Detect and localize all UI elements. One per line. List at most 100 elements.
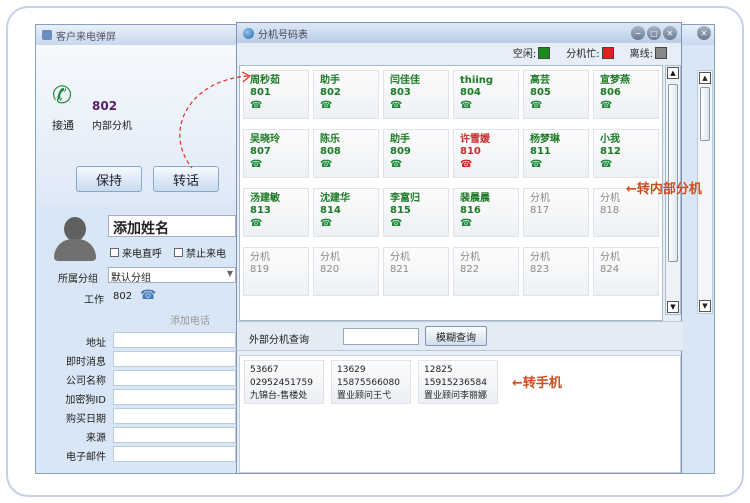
external-contact-phone: 02952451759 [250,378,313,388]
close-icon[interactable]: ✕ [663,26,677,40]
extension-number: 816 [460,205,481,216]
extension-name: 沈建华 [320,193,350,204]
field-label: 来源 [86,433,106,444]
extension-cell[interactable]: 分机 824 [593,247,659,296]
external-contact-card[interactable]: 12825 15915236584 置业顾问李丽娜 [418,360,498,404]
extension-number: 818 [600,205,620,216]
source-input[interactable] [113,427,236,443]
extension-cell[interactable]: 助手 802 ☎ [313,70,379,119]
direct-call-label: 来电直呼 [122,249,162,260]
scroll-down-icon[interactable]: ▼ [667,301,679,313]
legend-busy: 分机忙: [566,45,614,60]
hold-button[interactable]: 保持 [76,166,142,192]
extension-number: 804 [460,87,481,98]
extension-name: 裴晨晨 [460,193,490,204]
external-contact-card[interactable]: 53667 02952451759 九锦台-售楼处 [244,360,324,404]
transfer-arrow [179,71,252,169]
extension-cell[interactable]: 助手 809 ☎ [383,129,449,178]
extension-name: 分机 [250,252,270,263]
extension-number: 808 [320,146,341,157]
external-contact-phone: 15915236584 [424,378,487,388]
phone-idle-icon: ☎ [390,100,403,111]
extension-cell[interactable]: 宣梦燕 806 ☎ [593,70,659,119]
extension-cell[interactable]: 分机 822 [453,247,519,296]
company-field: 公司名称 [36,370,236,387]
phone-icon: ✆ [52,81,73,109]
caller-ext-desc: 内部分机 [92,121,132,132]
extension-name: 宣梦燕 [600,75,630,86]
external-contact-name: 九锦台-售楼处 [250,391,308,401]
add-phone-link[interactable]: 添加电话 [170,312,210,327]
maximize-icon[interactable]: □ [647,26,661,40]
extension-number: 810 [460,146,481,157]
group-select[interactable]: 默认分组 ▼ [108,267,236,284]
extension-cell[interactable]: thiing 804 ☎ [453,70,519,119]
phone-idle-icon: ☎ [320,159,333,170]
extension-cell[interactable]: 分机 817 [523,188,589,237]
field-label: 电子邮件 [66,452,106,463]
extension-cell[interactable]: 陈乐 808 ☎ [313,129,379,178]
address-field: 地址 [36,332,236,349]
scroll-up-icon[interactable]: ▲ [699,72,711,84]
extension-cell[interactable]: 分机 820 [313,247,379,296]
block-call-checkbox[interactable]: 禁止来电 [174,245,226,260]
extension-name: 分机 [320,252,340,263]
extension-cell[interactable]: 杨梦琳 811 ☎ [523,129,589,178]
extension-cell[interactable]: 分机 819 [243,247,309,296]
scroll-thumb[interactable] [700,87,710,141]
fuzzy-search-button[interactable]: 模糊查询 [425,326,487,346]
extension-number: 821 [390,264,410,275]
legend-idle-label: 空闲: [512,49,537,60]
scroll-up-icon[interactable]: ▲ [667,67,679,79]
phone-idle-icon: ☎ [530,159,543,170]
extension-number: 813 [250,205,271,216]
extension-number: 802 [320,87,341,98]
external-contact-card[interactable]: 13629 15875566080 置业顾问王弋 [331,360,411,404]
extension-cell[interactable]: 高芸 805 ☎ [523,70,589,119]
company-input[interactable] [113,370,236,386]
block-call-label: 禁止来电 [186,249,226,260]
dongle-id-field: 加密狗ID [36,389,236,406]
extension-number: 803 [390,87,411,98]
extension-name: 分机 [390,252,410,263]
extension-cell[interactable]: 裴晨晨 816 ☎ [453,188,519,237]
extension-cell[interactable]: 小我 812 ☎ [593,129,659,178]
email-input[interactable] [113,446,236,462]
extension-number: 817 [530,205,550,216]
scroll-down-icon[interactable]: ▼ [699,300,711,312]
im-input[interactable] [113,351,236,367]
extension-cell[interactable]: 分机 821 [383,247,449,296]
extension-grid: 周秒茹 801 ☎ 助手 802 ☎ 闫佳佳 803 ☎ thiing 804 ☎ 高芸 805 ☎ 宣梦燕 8… [239,65,663,321]
extension-name: 分机 [600,252,620,263]
extension-number: 806 [600,87,621,98]
extension-name: 高芸 [530,75,550,86]
close-icon[interactable]: ✕ [697,26,711,40]
direct-call-checkbox[interactable]: 来电直呼 [110,245,162,260]
extension-cell[interactable]: 李富归 815 ☎ [383,188,449,237]
external-search-input[interactable] [343,328,419,345]
extension-cell[interactable]: 分机 823 [523,247,589,296]
source-field: 来源 [36,427,236,444]
legend-busy-label: 分机忙: [566,49,600,60]
phone-idle-icon: ☎ [250,218,263,229]
extension-cell[interactable]: 沈建华 814 ☎ [313,188,379,237]
extension-cell[interactable]: 许雪媛 810 ☎ [453,129,519,178]
minimize-icon[interactable]: − [631,26,645,40]
purchase-date-field: 购买日期 [36,408,236,425]
scroll-thumb[interactable] [668,84,678,262]
dialog-titlebar: 分机号码表 − □ ✕ [237,23,681,43]
extension-name: thiing [460,75,494,86]
window-icon [42,30,52,40]
extension-cell[interactable]: 汤建敏 813 ☎ [243,188,309,237]
purchase-date-input[interactable] [113,408,236,424]
extension-name: 陈乐 [320,134,340,145]
dongle-id-input[interactable] [113,389,236,405]
contact-name-input[interactable]: 添加姓名 [108,215,236,237]
address-input[interactable] [113,332,236,348]
extension-cell[interactable]: 闫佳佳 803 ☎ [383,70,449,119]
external-contact-name: 置业顾问王弋 [337,391,392,401]
phone-idle-icon: ☎ [320,218,333,229]
extension-name: 分机 [530,252,550,263]
telephone-icon[interactable]: ☎ [140,288,156,303]
extension-name: 闫佳佳 [390,75,420,86]
